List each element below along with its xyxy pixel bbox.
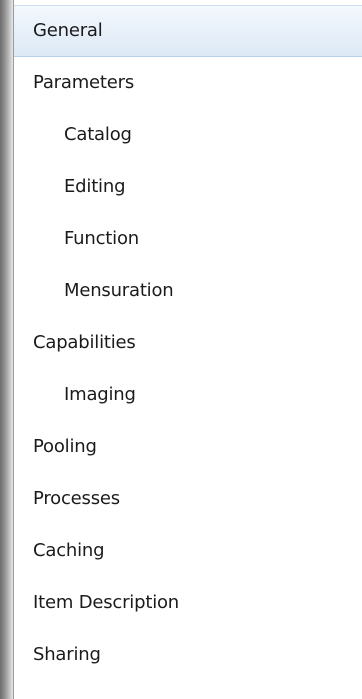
nav-item-capabilities[interactable]: Capabilities [14,317,362,369]
nav-item-mensuration[interactable]: Mensuration [14,265,362,317]
nav-item-caching[interactable]: Caching [14,525,362,577]
nav-item-processes[interactable]: Processes [14,473,362,525]
nav-item-item-description[interactable]: Item Description [14,577,362,629]
nav-item-general[interactable]: General [14,5,362,57]
nav-item-editing[interactable]: Editing [14,161,362,213]
window-edge-shadow [0,0,13,699]
nav-item-function[interactable]: Function [14,213,362,265]
nav-item-pooling[interactable]: Pooling [14,421,362,473]
nav-item-sharing[interactable]: Sharing [14,629,362,681]
nav-item-parameters[interactable]: Parameters [14,57,362,109]
nav-item-catalog[interactable]: Catalog [14,109,362,161]
settings-nav-tree: General Parameters Catalog Editing Funct… [14,5,362,681]
nav-item-imaging[interactable]: Imaging [14,369,362,421]
